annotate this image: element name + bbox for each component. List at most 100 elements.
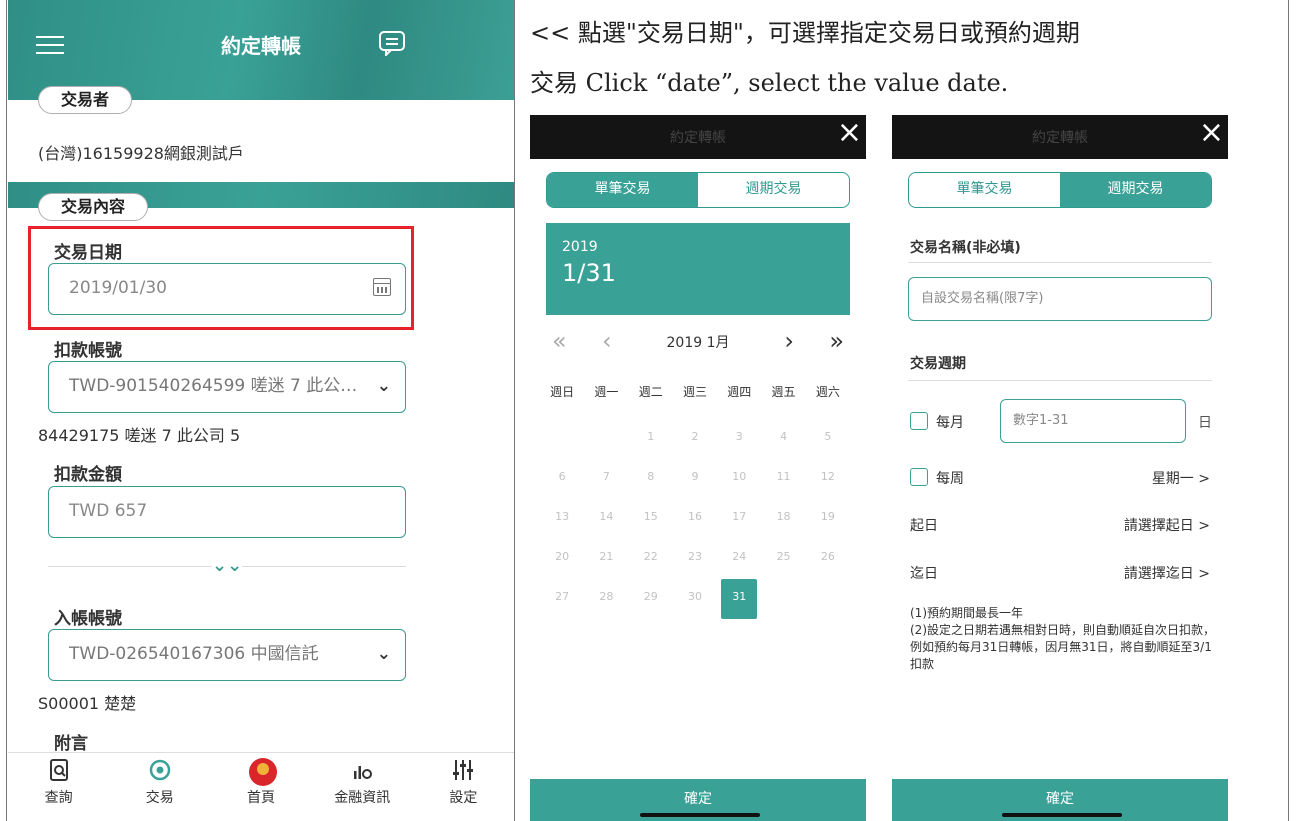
calendar-day[interactable]: 13: [540, 499, 584, 539]
chevron-down-icon: ⌄: [376, 644, 391, 664]
app-title: 約定轉帳: [221, 34, 301, 58]
amount-field[interactable]: TWD 657: [48, 486, 406, 538]
calendar-modal-screenshot: 約定轉帳 × 單筆交易 週期交易 2019 1/31 « ‹ 2019 1月 ›…: [530, 115, 866, 821]
settings-sliders-icon: [450, 757, 476, 783]
credit-account-sub: S00001 楚楚: [38, 694, 137, 713]
debit-account-label: 扣款帳號: [54, 341, 122, 361]
home-indicator: [640, 813, 760, 817]
monthly-checkbox[interactable]: [910, 412, 928, 430]
weekday-label: 週五: [771, 385, 796, 399]
calendar-day[interactable]: 12: [806, 459, 850, 499]
tab-single-transaction[interactable]: 單筆交易: [547, 173, 698, 207]
finance-info-icon: [349, 757, 375, 783]
calendar-day[interactable]: 17: [717, 499, 761, 539]
expand-chevron-icon[interactable]: ⌄⌄: [212, 554, 242, 578]
calendar-day[interactable]: 25: [761, 539, 805, 579]
calendar-day[interactable]: 10: [717, 459, 761, 499]
calendar-day[interactable]: 26: [806, 539, 850, 579]
caption-line-2: 交易 Click “date”, select the value date.: [530, 69, 1009, 97]
calendar-day[interactable]: 5: [806, 419, 850, 459]
weekday-header: 週日 週一 週二 週三 週四 週五 週六: [540, 383, 850, 400]
weekday-label: 週六: [815, 385, 840, 399]
calendar-day[interactable]: 21: [584, 539, 628, 579]
close-icon[interactable]: ×: [1199, 115, 1224, 151]
weekday-label: 週三: [682, 385, 707, 399]
calendar-day[interactable]: 28: [584, 579, 628, 619]
calendar-selected-date: 1/31: [562, 259, 616, 287]
calendar-day[interactable]: 29: [629, 579, 673, 619]
calendar-day[interactable]: 16: [673, 499, 717, 539]
trader-value: (台灣)16159928網銀測試戶: [38, 144, 244, 163]
calendar-day[interactable]: 23: [673, 539, 717, 579]
credit-account-value: TWD-026540167306 中國信託: [69, 644, 319, 664]
calendar-day-empty: [540, 419, 584, 459]
name-label: 交易名稱(非必填): [910, 240, 1021, 256]
weekly-checkbox[interactable]: [910, 468, 928, 486]
tab-home[interactable]: 首頁: [210, 753, 311, 821]
tab-finance-info[interactable]: 金融資訊: [312, 753, 413, 821]
weekday-label: 週四: [727, 385, 752, 399]
credit-account-label: 入帳帳號: [54, 609, 122, 629]
debit-account-sub: 84429175 嗟迷 7 此公司 5: [38, 426, 241, 445]
credit-account-select[interactable]: TWD-026540167306 中國信託 ⌄: [48, 629, 406, 681]
next-month-icon[interactable]: ›: [784, 327, 794, 355]
trader-section-tag: 交易者: [38, 86, 133, 114]
transaction-type-toggle: 單筆交易 週期交易: [546, 172, 850, 208]
calendar-day[interactable]: 20: [540, 539, 584, 579]
tab-settings[interactable]: 設定: [413, 753, 514, 821]
calendar-day[interactable]: 7: [584, 459, 628, 499]
end-date-select[interactable]: 請選擇迄日 >: [1124, 563, 1210, 583]
weekday-label: 週日: [550, 385, 575, 399]
note-label: 附言: [54, 734, 88, 754]
calendar-day[interactable]: 8: [629, 459, 673, 499]
tab-single-transaction[interactable]: 單筆交易: [909, 173, 1060, 207]
calendar-day[interactable]: 27: [540, 579, 584, 619]
name-input[interactable]: 自設交易名稱(限7字): [908, 277, 1212, 321]
calendar-header: 2019 1/31: [546, 223, 850, 315]
transaction-type-toggle: 單筆交易 週期交易: [908, 172, 1212, 208]
calendar-nav: « ‹ 2019 1月 › »: [546, 327, 850, 359]
amount-value: TWD 657: [69, 501, 148, 521]
weekly-day-select[interactable]: 星期一 >: [1152, 468, 1210, 488]
calendar-day[interactable]: 19: [806, 499, 850, 539]
tab-transaction[interactable]: 交易: [109, 753, 210, 821]
last-month-icon[interactable]: »: [829, 327, 844, 355]
periodic-notes: (1)預約期間最長一年 (2)設定之日期若遇無相對日時，則自動順延自次日扣款，例…: [910, 606, 1216, 671]
debit-account-select[interactable]: TWD-901540264599 嗟迷 7 此公… ⌄: [48, 361, 406, 413]
day-unit: 日: [1198, 415, 1212, 431]
start-date-select[interactable]: 請選擇起日 >: [1124, 515, 1210, 535]
calendar-day[interactable]: 30: [673, 579, 717, 619]
weekly-label: 每周: [936, 471, 964, 487]
calendar-year: 2019: [562, 239, 598, 255]
calendar-day[interactable]: 4: [761, 419, 805, 459]
calendar-day[interactable]: 6: [540, 459, 584, 499]
monthly-label: 每月: [936, 415, 964, 431]
calendar-day[interactable]: 18: [761, 499, 805, 539]
date-highlight-box: [28, 226, 414, 330]
close-icon[interactable]: ×: [837, 115, 862, 151]
calendar-day[interactable]: 9: [673, 459, 717, 499]
start-date-label: 起日: [910, 518, 938, 534]
modal-dark-header: 約定轉帳 ×: [892, 115, 1228, 159]
calendar-day[interactable]: 22: [629, 539, 673, 579]
tab-query[interactable]: 查詢: [8, 753, 109, 821]
home-indicator: [1002, 813, 1122, 817]
calendar-day[interactable]: 11: [761, 459, 805, 499]
message-icon[interactable]: [378, 30, 406, 58]
home-logo-icon: [248, 757, 277, 786]
calendar-day[interactable]: 14: [584, 499, 628, 539]
calendar-day[interactable]: 24: [717, 539, 761, 579]
calendar-day[interactable]: 1: [629, 419, 673, 459]
transaction-icon: [147, 757, 173, 783]
weekday-label: 週一: [594, 385, 619, 399]
tab-periodic-transaction[interactable]: 週期交易: [698, 173, 849, 207]
calendar-day[interactable]: 3: [717, 419, 761, 459]
weekday-label: 週二: [638, 385, 663, 399]
tab-periodic-transaction[interactable]: 週期交易: [1060, 173, 1211, 207]
calendar-day[interactable]: 2: [673, 419, 717, 459]
monthly-day-input[interactable]: 數字1-31: [1000, 399, 1186, 443]
periodic-modal-screenshot: 約定轉帳 × 單筆交易 週期交易 交易名稱(非必填) 自設交易名稱(限7字) 交…: [892, 115, 1228, 821]
debit-account-value: TWD-901540264599 嗟迷 7 此公…: [69, 376, 358, 396]
calendar-day[interactable]: 15: [629, 499, 673, 539]
calendar-day[interactable]: 31: [721, 579, 758, 619]
